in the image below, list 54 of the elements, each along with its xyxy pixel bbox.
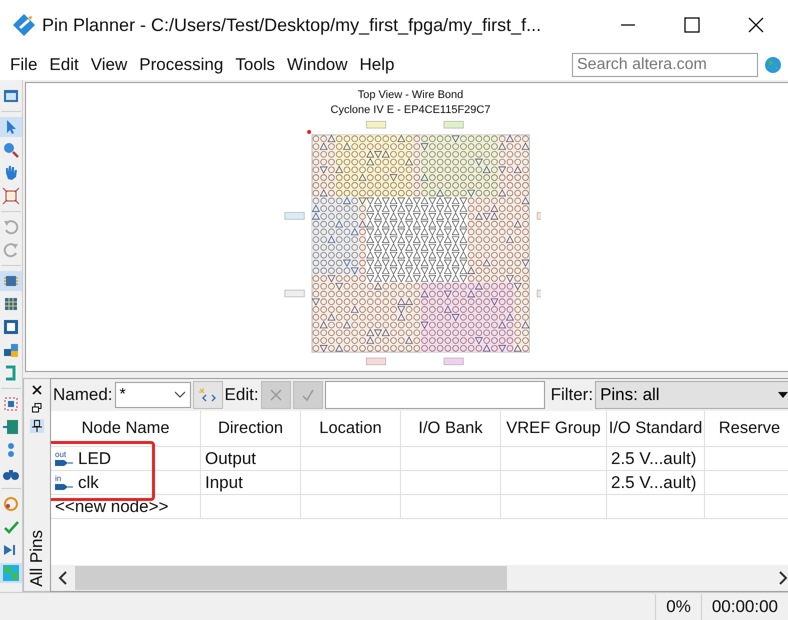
table-cell: Input	[201, 471, 301, 495]
caret-icon[interactable]	[778, 392, 788, 398]
menu-item[interactable]: Processing	[133, 55, 230, 75]
node-name: clk	[78, 472, 99, 492]
globe-icon[interactable]	[764, 56, 782, 74]
column-header[interactable]: Location	[301, 411, 401, 447]
column-header[interactable]: I/O Bank	[401, 411, 501, 447]
elapsed-time: 00:00:00	[700, 594, 788, 620]
column-header[interactable]: Direction	[201, 411, 301, 447]
scrollbar-thumb[interactable]	[75, 566, 507, 590]
puzzle-icon[interactable]	[2, 341, 20, 359]
edit-label: Edit:	[224, 385, 259, 405]
table-cell: Output	[201, 447, 301, 471]
device-name: Cyclone IV E - EP4CE115F29C7	[330, 103, 490, 118]
refresh-icon[interactable]	[2, 495, 20, 513]
scroll-left-icon[interactable]	[58, 571, 68, 585]
fit-icon[interactable]	[2, 187, 20, 205]
app-icon	[12, 13, 36, 37]
menu-item[interactable]: Edit	[43, 55, 85, 75]
close-icon[interactable]	[747, 16, 765, 34]
grid-icon[interactable]	[2, 295, 20, 313]
window-title: Pin Planner - C:/Users/Test/Desktop/my_first_fpga/my_first_f...	[42, 14, 542, 36]
column-header[interactable]: Reserve	[705, 411, 788, 447]
new-node-cell[interactable]: <<new node>>	[51, 495, 201, 519]
edit-field[interactable]	[324, 381, 545, 409]
close-icon[interactable]	[30, 383, 44, 397]
dotted-box-icon[interactable]	[2, 395, 20, 413]
view-title: Top View - Wire Bond	[358, 88, 464, 103]
table-cell: 2.5 V...ault)	[607, 447, 705, 471]
progress-text: 0%	[655, 594, 701, 620]
menu-item[interactable]: Help	[354, 55, 400, 75]
named-dropdown[interactable]: *	[114, 382, 191, 408]
column-header[interactable]: Node Name	[51, 411, 201, 447]
pin-icon[interactable]	[30, 419, 44, 433]
filter-label: Filter:	[550, 385, 594, 405]
all-pins-tab[interactable]: All Pins	[27, 530, 47, 587]
search-field[interactable]: Search altera.com	[572, 53, 758, 77]
named-label: Named:	[53, 385, 113, 405]
maximize-icon[interactable]	[683, 16, 701, 34]
float-icon[interactable]	[30, 401, 44, 415]
menu-item[interactable]: File	[4, 55, 44, 75]
column-header[interactable]: I/O Standard	[607, 411, 705, 447]
caret-icon[interactable]	[174, 391, 186, 399]
filter-dropdown[interactable]: Pins: all	[595, 381, 788, 409]
panel-icon[interactable]	[2, 318, 20, 336]
menu-item[interactable]: Tools	[229, 55, 282, 75]
menu-item[interactable]: Window	[281, 55, 354, 75]
node-name: LED	[78, 448, 112, 468]
column-header[interactable]: VREF Group	[501, 411, 607, 447]
table-cell: 2.5 V...ault)	[607, 471, 705, 495]
window-icon[interactable]	[2, 87, 20, 105]
menu-item[interactable]: View	[84, 55, 134, 75]
zoom-icon[interactable]	[2, 141, 20, 159]
scroll-right-icon[interactable]	[778, 571, 788, 585]
